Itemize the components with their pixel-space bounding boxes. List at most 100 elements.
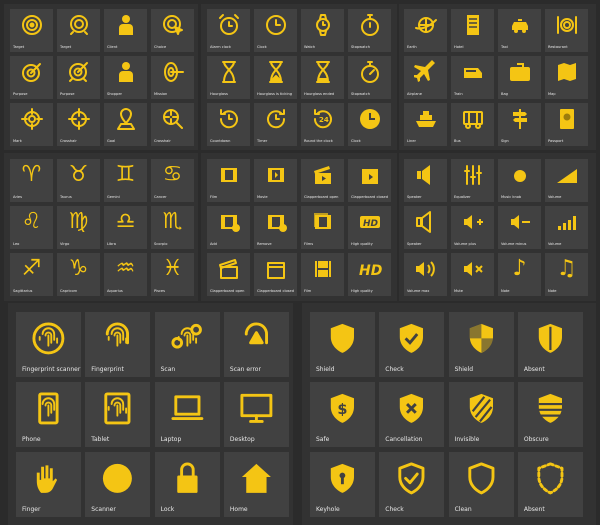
icon-tile-taurus[interactable]: ♉ Taurus bbox=[57, 159, 100, 202]
icon-tile-film[interactable]: Film bbox=[207, 159, 250, 202]
icon-tile-countdown[interactable]: Countdown bbox=[207, 103, 250, 146]
icon-tile-airplane[interactable]: Airplane bbox=[404, 56, 447, 99]
icon-tile-target-stand[interactable]: Target bbox=[57, 9, 100, 52]
icon-tile-hand[interactable]: Finger bbox=[16, 452, 81, 517]
icon-tile-speaker[interactable]: Speaker bbox=[404, 159, 447, 202]
icon-tile-film-add[interactable]: Add bbox=[207, 206, 250, 249]
icon-tile-clapperboard-open[interactable]: Clapperboard open bbox=[301, 159, 344, 202]
icon-tile-target-arrow[interactable]: Purpose bbox=[10, 56, 53, 99]
icon-tile-target-side-arrow[interactable]: Mission bbox=[151, 56, 194, 99]
icon-tile-fingerprint[interactable]: Fingerprint bbox=[85, 312, 151, 377]
icon-tile-client-target[interactable]: Client bbox=[104, 9, 147, 52]
icon-tile-fingerprint-error[interactable]: Scan error bbox=[223, 312, 289, 377]
icon-tile-shield-dashed[interactable]: Absent bbox=[517, 452, 583, 517]
icon-tile-scorpio[interactable]: ♏ Scorpio bbox=[151, 206, 194, 249]
icon-tile-shield-half[interactable]: Absent bbox=[517, 312, 583, 377]
icon-tile-fingerprint-circle[interactable]: Scanner bbox=[85, 452, 151, 517]
icon-tile-timer[interactable]: Timer bbox=[254, 103, 297, 146]
icon-tile-music-knob[interactable]: Music knob bbox=[498, 159, 541, 202]
icon-tile-mute[interactable]: Mute bbox=[451, 253, 494, 296]
icon-tile-laptop-fingerprint[interactable]: Laptop bbox=[154, 382, 220, 447]
icon-tile-crosshair[interactable]: Crosshair bbox=[57, 103, 100, 146]
icon-tile-round-the-clock[interactable]: 24 Round the clock bbox=[301, 103, 344, 146]
icon-tile-hourglass-ticking[interactable]: Hourglass is ticking bbox=[254, 56, 297, 99]
icon-tile-libra[interactable]: ♎ Libra bbox=[104, 206, 147, 249]
icon-tile-target-cursor[interactable]: Choice bbox=[151, 9, 194, 52]
icon-tile-shield-dollar[interactable]: $ Safe bbox=[310, 382, 375, 447]
icon-tile-magnifier-crosshair[interactable]: Crosshair bbox=[151, 103, 194, 146]
icon-tile-virgo[interactable]: ♍ Virgo bbox=[57, 206, 100, 249]
icon-tile-earth[interactable]: Earth bbox=[404, 9, 447, 52]
icon-tile-bus[interactable]: Bus bbox=[451, 103, 494, 146]
icon-tile-fingerprint-scan[interactable]: Scan bbox=[154, 312, 220, 377]
icon-tile-movie[interactable]: Movie bbox=[254, 159, 297, 202]
icon-tile-stopwatch-dial[interactable]: Stopwatch bbox=[348, 56, 391, 99]
icon-tile-taxi[interactable]: Taxi bbox=[498, 9, 541, 52]
icon-tile-ship[interactable]: Liner bbox=[404, 103, 447, 146]
map-pin-crosshair-icon bbox=[104, 103, 147, 134]
icon-tile-restaurant[interactable]: Restaurant bbox=[545, 9, 588, 52]
icon-tile-hourglass[interactable]: Hourglass bbox=[207, 56, 250, 99]
icon-tile-tablet-fingerprint[interactable]: Tablet bbox=[85, 382, 151, 447]
icon-tile-phone-fingerprint[interactable]: Phone bbox=[16, 382, 81, 447]
icon-tile-pisces[interactable]: ♓ Pisces bbox=[151, 253, 194, 296]
icon-tile-hd-badge[interactable]: HD High quality bbox=[348, 206, 391, 249]
icon-tile-alarm-clock[interactable]: Alarm clock bbox=[207, 9, 250, 52]
icon-tile-music-notes[interactable]: ♫ Note bbox=[545, 253, 588, 296]
icon-tile-watch[interactable]: Watch bbox=[301, 9, 344, 52]
icon-tile-desktop-fingerprint[interactable]: Desktop bbox=[223, 382, 289, 447]
icon-tile-padlock-fingerprint[interactable]: Lock bbox=[154, 452, 220, 517]
icon-tile-film-strip[interactable]: Film bbox=[301, 253, 344, 296]
icon-tile-clapperboard-open-outline[interactable]: Clapperboard open bbox=[207, 253, 250, 296]
icon-tile-hd-text[interactable]: HD High quality bbox=[348, 253, 391, 296]
icon-tile-clapperboard-closed[interactable]: Clapperboard closed bbox=[348, 159, 391, 202]
icon-tile-shield-bars[interactable]: Obscure bbox=[517, 382, 583, 447]
icon-tile-shield[interactable]: Shield bbox=[310, 312, 375, 377]
icon-tile-equalizer[interactable]: Equalizer bbox=[451, 159, 494, 202]
shield-striped-icon bbox=[449, 382, 514, 435]
icon-tile-clock[interactable]: Clock bbox=[254, 9, 297, 52]
icon-tile-sagittarius[interactable]: ♐ Sagittarius bbox=[10, 253, 53, 296]
icon-tile-film-remove[interactable]: Remove bbox=[254, 206, 297, 249]
icon-tile-map-pin-crosshair[interactable]: Goal bbox=[104, 103, 147, 146]
icon-tile-train[interactable]: Train bbox=[451, 56, 494, 99]
icon-tile-home-fingerprint[interactable]: Home bbox=[223, 452, 289, 517]
icon-tile-shopper-target[interactable]: Shopper bbox=[104, 56, 147, 99]
icon-tile-hourglass-ended[interactable]: Hourglass ended bbox=[301, 56, 344, 99]
icon-tile-films[interactable]: Films bbox=[301, 206, 344, 249]
icon-tile-map[interactable]: Map bbox=[545, 56, 588, 99]
icon-tile-crosshair-target[interactable]: Mark bbox=[10, 103, 53, 146]
icon-tile-signpost[interactable]: Sign bbox=[498, 103, 541, 146]
icon-tile-gemini[interactable]: ♊ Gemini bbox=[104, 159, 147, 202]
icon-tile-speaker-outline[interactable]: Speaker bbox=[404, 206, 447, 249]
icon-tile-shield-striped[interactable]: Invisible bbox=[448, 382, 514, 447]
icon-tile-suitcase[interactable]: Bag bbox=[498, 56, 541, 99]
icon-tile-cancer[interactable]: ♋ Cancer bbox=[151, 159, 194, 202]
icon-tile-shield-x[interactable]: Cancellation bbox=[379, 382, 445, 447]
icon-tile-volume-plus[interactable]: Volume plus bbox=[451, 206, 494, 249]
icon-tile-stopwatch[interactable]: Stopwatch bbox=[348, 9, 391, 52]
icon-tile-passport[interactable]: Passport bbox=[545, 103, 588, 146]
icon-tile-leo[interactable]: ♌ Leo bbox=[10, 206, 53, 249]
icon-tile-shield-check[interactable]: Check bbox=[379, 312, 445, 377]
icon-tile-hotel[interactable]: Hotel bbox=[451, 9, 494, 52]
icon-tile-clock-filled[interactable]: Clock bbox=[348, 103, 391, 146]
icon-tile-volume-bars[interactable]: Volume bbox=[545, 206, 588, 249]
icon-tile-aries[interactable]: ♈ Aries bbox=[10, 159, 53, 202]
cancer-icon: ♋ bbox=[162, 161, 183, 187]
icon-tile-volume-max[interactable]: Volume max bbox=[404, 253, 447, 296]
icon-tile-shield-check-outline[interactable]: Check bbox=[379, 452, 445, 517]
svg-text:24: 24 bbox=[319, 116, 329, 124]
icon-tile-clapperboard-closed-outline[interactable]: Clapperboard closed bbox=[254, 253, 297, 296]
icon-tile-volume-triangle[interactable]: Volume bbox=[545, 159, 588, 202]
icon-tile-shield-quartered[interactable]: Shield bbox=[448, 312, 514, 377]
icon-tile-shield-outline[interactable]: Clean bbox=[448, 452, 514, 517]
icon-tile-fingerprint-scanner[interactable]: Fingerprint scanner bbox=[16, 312, 81, 377]
icon-tile-aquarius[interactable]: ♒ Aquarius bbox=[104, 253, 147, 296]
icon-tile-volume-minus[interactable]: Volume minus bbox=[498, 206, 541, 249]
icon-tile-music-note[interactable]: ♪ Note bbox=[498, 253, 541, 296]
icon-tile-target-arrow-stand[interactable]: Purpose bbox=[57, 56, 100, 99]
icon-tile-capricorn[interactable]: ♑ Capricorn bbox=[57, 253, 100, 296]
icon-tile-target[interactable]: Target bbox=[10, 9, 53, 52]
icon-tile-shield-keyhole[interactable]: Keyhole bbox=[310, 452, 375, 517]
